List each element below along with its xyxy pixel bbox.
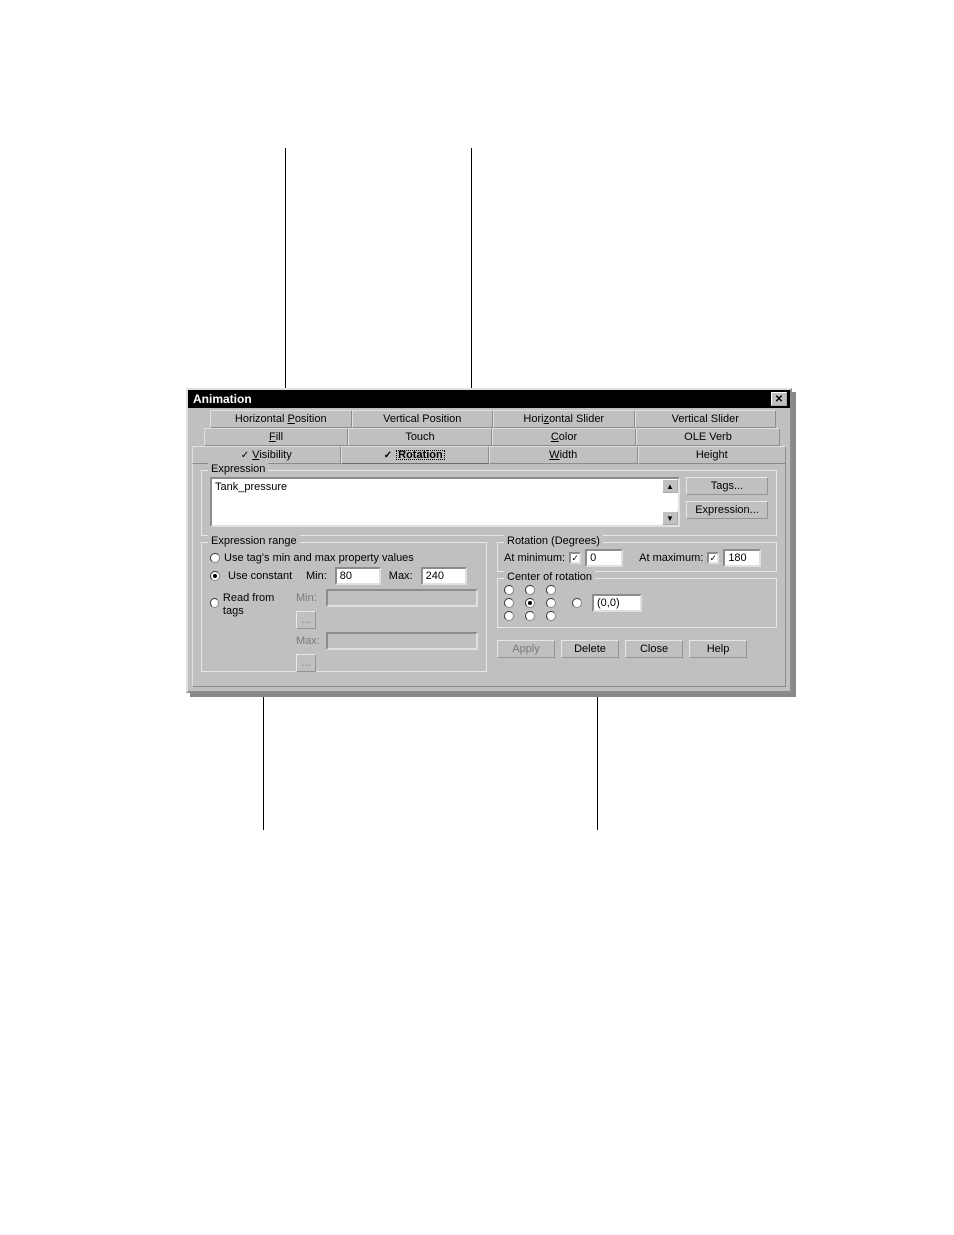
- browse-min-button: ...: [296, 611, 316, 629]
- center-custom-radio[interactable]: [572, 598, 582, 608]
- close-icon[interactable]: ✕: [771, 392, 787, 406]
- max-label-dis: Max:: [296, 635, 322, 647]
- arrow-to-tab: [285, 148, 286, 408]
- center-radio-grid: [504, 585, 562, 621]
- tab-touch[interactable]: Touch: [348, 428, 492, 446]
- at-min-checkbox[interactable]: [569, 552, 581, 564]
- center-radio-3[interactable]: [504, 598, 514, 608]
- close-button[interactable]: Close: [625, 640, 683, 658]
- apply-button[interactable]: Apply: [497, 640, 555, 658]
- tab-row-3: VisibilityRotationWidthHeight: [192, 446, 786, 464]
- tab-horizontal-slider[interactable]: Horizontal Slider: [493, 410, 635, 428]
- tab-visibility[interactable]: Visibility: [192, 446, 341, 464]
- center-radio-4[interactable]: [525, 598, 535, 608]
- const-min-input[interactable]: [335, 567, 381, 585]
- tab-rotation[interactable]: Rotation: [341, 446, 490, 464]
- at-max-label: At maximum:: [639, 552, 703, 564]
- tab-vertical-position[interactable]: Vertical Position: [352, 410, 494, 428]
- group-center-legend: Center of rotation: [504, 571, 595, 583]
- tab-fill[interactable]: Fill: [204, 428, 348, 446]
- scroll-down-icon[interactable]: ▼: [662, 511, 678, 525]
- center-value-input[interactable]: [592, 594, 642, 612]
- tab-panel-rotation: Expression Tank_pressure ▲ ▼ Tags...: [192, 464, 786, 687]
- at-min-label: At minimum:: [504, 552, 565, 564]
- at-max-input[interactable]: [723, 549, 761, 567]
- max-label: Max:: [389, 570, 413, 582]
- bottom-button-row: Apply Delete Close Help: [497, 640, 777, 658]
- tab-stack: Horizontal PositionVertical PositionHori…: [192, 410, 786, 687]
- radio-icon: [210, 598, 219, 608]
- group-rotation-degrees: Rotation (Degrees) At minimum: At maximu…: [497, 542, 777, 572]
- scroll-up-icon[interactable]: ▲: [662, 479, 678, 493]
- arrow-from-readtags: [263, 680, 264, 830]
- at-min-input[interactable]: [585, 549, 623, 567]
- radio-label: Use tag's min and max property values: [224, 552, 414, 564]
- center-radio-7[interactable]: [525, 611, 535, 621]
- radio-icon: [210, 571, 220, 581]
- tab-vertical-slider[interactable]: Vertical Slider: [635, 410, 777, 428]
- radio-read-from-tags[interactable]: Read from tags: [210, 592, 288, 618]
- tag-max-input: [326, 632, 478, 650]
- center-radio-8[interactable]: [546, 611, 556, 621]
- tags-button[interactable]: Tags...: [686, 477, 768, 495]
- expression-scrollbar: ▲ ▼: [662, 479, 678, 525]
- center-radio-1[interactable]: [525, 585, 535, 595]
- expression-value: Tank_pressure: [215, 481, 287, 493]
- delete-button[interactable]: Delete: [561, 640, 619, 658]
- tab-ole-verb[interactable]: OLE Verb: [636, 428, 780, 446]
- min-label: Min:: [306, 570, 327, 582]
- group-expression: Expression Tank_pressure ▲ ▼ Tags...: [201, 470, 777, 536]
- at-max-checkbox[interactable]: [707, 552, 719, 564]
- expression-button[interactable]: Expression...: [686, 501, 768, 519]
- radio-use-constant[interactable]: Use constant Min: Max:: [210, 567, 478, 585]
- animation-dialog: Animation ✕ Horizontal PositionVertical …: [186, 388, 792, 693]
- help-button[interactable]: Help: [689, 640, 747, 658]
- center-radio-5[interactable]: [546, 598, 556, 608]
- group-rotation-legend: Rotation (Degrees): [504, 535, 603, 547]
- tab-row-1: Horizontal PositionVertical PositionHori…: [192, 410, 786, 428]
- min-label-dis: Min:: [296, 592, 322, 604]
- browse-max-button: ...: [296, 654, 316, 672]
- const-max-input[interactable]: [421, 567, 467, 585]
- radio-use-tag-minmax[interactable]: Use tag's min and max property values: [210, 552, 478, 564]
- center-radio-6[interactable]: [504, 611, 514, 621]
- tab-horizontal-position[interactable]: Horizontal Position: [210, 410, 352, 428]
- tag-min-input: [326, 589, 478, 607]
- group-center-rotation: Center of rotation: [497, 578, 777, 628]
- group-expression-range: Expression range Use tag's min and max p…: [201, 542, 487, 672]
- radio-icon: [210, 553, 220, 563]
- tab-height[interactable]: Height: [638, 446, 787, 464]
- dialog-title: Animation: [191, 392, 252, 406]
- tab-row-2: FillTouchColorOLE Verb: [192, 428, 786, 446]
- tab-color[interactable]: Color: [492, 428, 636, 446]
- group-range-legend: Expression range: [208, 535, 300, 547]
- title-bar: Animation ✕: [188, 390, 790, 408]
- center-radio-0[interactable]: [504, 585, 514, 595]
- expression-textarea[interactable]: Tank_pressure ▲ ▼: [210, 477, 680, 527]
- radio-label: Read from tags: [223, 592, 288, 618]
- tab-width[interactable]: Width: [489, 446, 638, 464]
- dialog-body: Horizontal PositionVertical PositionHori…: [188, 408, 790, 691]
- radio-label: Use constant: [228, 570, 298, 582]
- center-radio-2[interactable]: [546, 585, 556, 595]
- group-expression-legend: Expression: [208, 463, 268, 475]
